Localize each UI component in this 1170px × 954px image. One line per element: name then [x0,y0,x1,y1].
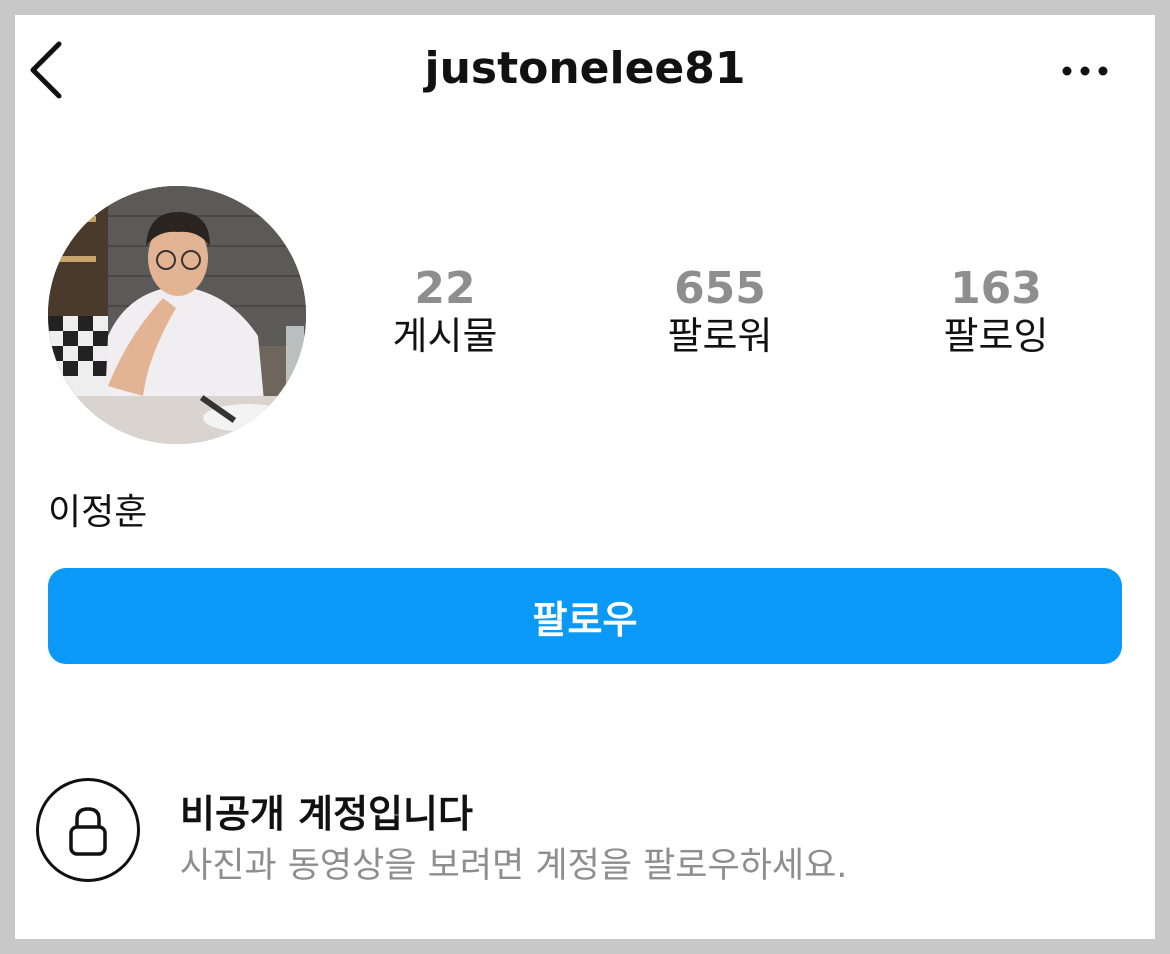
private-account-title: 비공개 계정입니다 [180,792,473,836]
following-count: 163 [950,263,1042,314]
posts-count: 22 [414,263,476,314]
profile-username: justonelee81 [424,43,746,94]
more-horizontal-icon[interactable] [1057,61,1113,81]
avatar[interactable] [48,186,306,444]
following-stat[interactable]: 163 팔로잉 [886,263,1106,361]
lock-icon [69,807,107,856]
posts-label: 게시물 [392,314,498,358]
profile-full-name: 이정훈 [48,492,148,533]
followers-count: 655 [674,263,766,314]
following-label: 팔로잉 [943,314,1049,358]
follow-button[interactable]: 팔로우 [48,568,1122,664]
followers-label: 팔로워 [667,314,773,358]
followers-stat[interactable]: 655 팔로워 [610,263,830,361]
posts-stat: 22 게시물 [335,263,555,361]
private-lock-badge [36,778,140,882]
profile-screen: justonelee81 22 게시물 655 팔로워 163 팔로잉 이정훈 … [15,15,1155,939]
private-account-description: 사진과 동영상을 보려면 계정을 팔로우하세요. [180,846,848,886]
